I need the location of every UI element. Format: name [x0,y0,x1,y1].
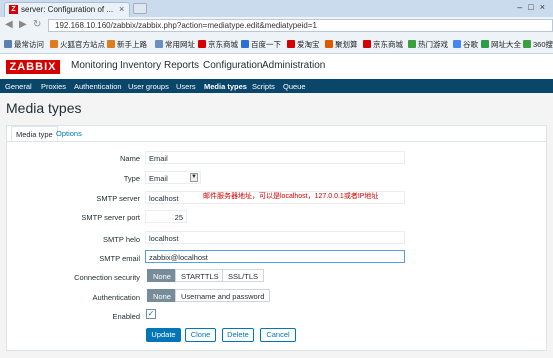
bookmarks-bar: 最常访问 火狐官方站点 新手上路 常用网址 京东商城 百度一下 爱淘宝 聚划算 … [0,35,553,54]
connection-security-label: Connection security [74,273,140,282]
bookmark-item[interactable]: 京东商城 [363,39,403,50]
smtp-helo-label: SMTP helo [103,235,140,244]
delete-button[interactable]: Delete [222,328,254,342]
baidu-icon [241,40,249,48]
zabbix-header: ZABBIX Monitoring Inventory Reports Conf… [0,54,553,80]
bookmark-item[interactable]: 京东商城 [198,39,238,50]
bookmark-item[interactable]: 新手上路 [107,39,147,50]
enabled-label: Enabled [112,312,140,321]
cancel-button[interactable]: Cancel [260,328,296,342]
google-icon [453,40,461,48]
annotation-note: 邮件服务器地址，可以是localhost，127.0.0.1或者IP地址 [203,193,379,200]
360-icon [523,40,531,48]
firefox-icon [107,40,115,48]
game-icon [408,40,416,48]
folder-icon [155,40,163,48]
bookmark-item[interactable]: 最常访问 [4,39,44,50]
smtp-helo-field[interactable]: localhost [145,231,405,244]
bookmark-item[interactable]: 常用网址 [155,39,195,50]
smtp-server-label: SMTP server [96,194,140,203]
menu-inventory[interactable]: Inventory [120,60,161,71]
clone-button[interactable]: Clone [185,328,216,342]
smtp-port-field[interactable]: 25 [145,210,187,223]
type-label: Type [123,174,140,183]
bookmark-icon [4,40,12,48]
name-field[interactable]: Email [145,151,405,164]
security-ssltls-option[interactable]: SSL/TLS [222,269,265,282]
bookmark-item[interactable]: 热门游戏 [408,39,448,50]
new-tab-button[interactable] [133,3,147,14]
menu-reports[interactable]: Reports [164,60,199,71]
back-icon[interactable]: ◀ [5,19,13,30]
menu-administration[interactable]: Administration [262,60,325,71]
jd-icon [198,40,206,48]
menu-configuration[interactable]: Configuration [203,60,262,71]
url-text: 192.168.10.160/zabbix/zabbix.php?action=… [55,21,317,30]
address-bar: ◀ ▶ ↻ 192.168.10.160/zabbix/zabbix.php?a… [0,17,553,36]
submenu-general[interactable]: General [5,82,32,91]
sub-navigation: General Proxies Authentication User grou… [0,79,553,93]
forward-icon[interactable]: ▶ [19,19,27,30]
reload-icon[interactable]: ↻ [33,19,41,30]
window-controls[interactable]: –□× [517,2,551,12]
submenu-proxies[interactable]: Proxies [41,82,66,91]
tab-close-icon[interactable]: × [119,4,124,14]
auth-username-password-option[interactable]: Username and password [175,289,271,302]
submenu-media-types[interactable]: Media types [204,82,247,91]
bookmark-item[interactable]: 火狐官方站点 [50,39,105,50]
page-title: Media types [6,100,82,116]
bookmark-item[interactable]: 聚划算 [325,39,358,50]
smtp-port-label: SMTP server port [81,213,140,222]
smtp-email-field[interactable]: zabbix@localhost [145,250,405,263]
chevron-down-icon: ▼ [190,173,198,182]
url-field[interactable]: 192.168.10.160/zabbix/zabbix.php?action=… [48,19,553,32]
security-none-option[interactable]: None [147,269,177,282]
smtp-email-label: SMTP email [99,254,140,263]
juhuasuan-icon [325,40,333,48]
type-select[interactable]: Email ▼ [145,171,201,184]
jd-icon [363,40,371,48]
form-tabs: Media type Options [6,125,547,144]
submenu-authentication[interactable]: Authentication [74,82,122,91]
menu-monitoring[interactable]: Monitoring [71,60,118,71]
name-label: Name [119,154,140,163]
taobao-icon [287,40,295,48]
sites-icon [481,40,489,48]
zabbix-favicon-icon: Z [9,5,18,14]
firefox-icon [50,40,58,48]
bookmark-item[interactable]: 百度一下 [241,39,281,50]
browser-titlebar: Z server: Configuration of ... × –□× [0,0,553,17]
browser-tab[interactable]: Z server: Configuration of ... × [4,2,130,17]
bookmark-item[interactable]: 爱淘宝 [287,39,320,50]
submenu-queue[interactable]: Queue [283,82,306,91]
authentication-label: Authentication [92,293,140,302]
security-starttls-option[interactable]: STARTTLS [175,269,225,282]
bookmark-item[interactable]: 360搜 [523,39,553,50]
auth-none-option[interactable]: None [147,289,177,302]
tab-title: server: Configuration of ... [21,5,114,14]
tab-options[interactable]: Options [56,129,82,138]
submenu-users[interactable]: Users [176,82,196,91]
bookmark-item[interactable]: 网址大全 [481,39,521,50]
bookmark-item[interactable]: 谷歌 [453,39,478,50]
submenu-scripts[interactable]: Scripts [252,82,275,91]
submenu-user-groups[interactable]: User groups [128,82,169,91]
update-button[interactable]: Update [146,328,181,342]
enabled-checkbox[interactable]: ✓ [146,309,156,319]
zabbix-logo[interactable]: ZABBIX [6,60,60,74]
